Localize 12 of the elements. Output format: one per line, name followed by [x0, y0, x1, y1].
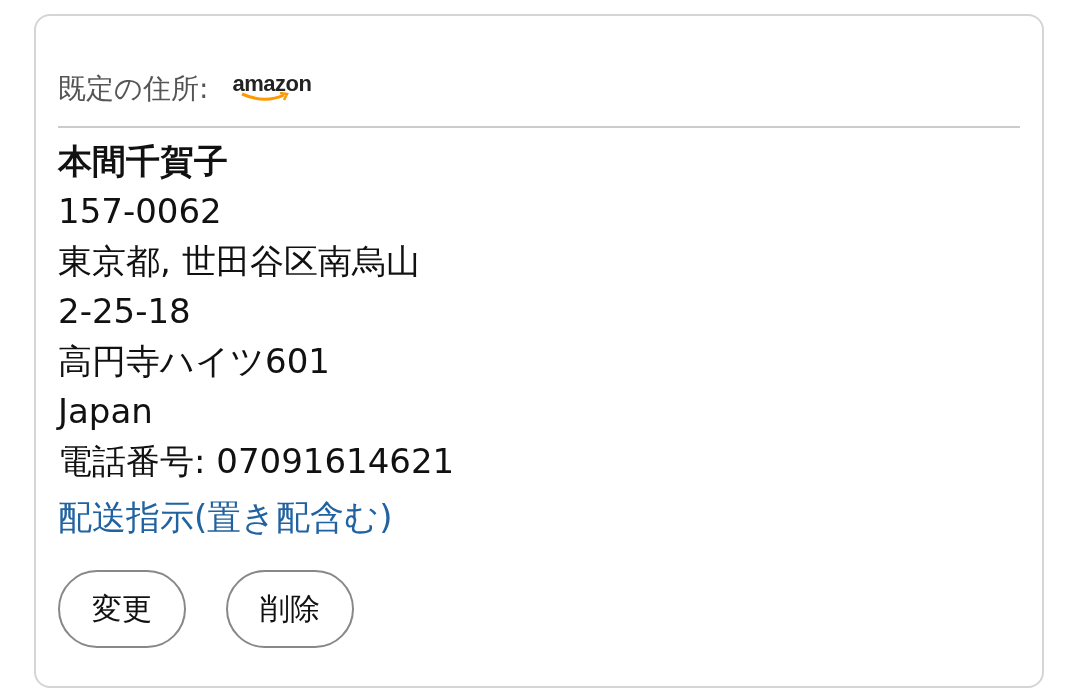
address-action-button[interactable]: 変更: [58, 570, 186, 648]
address-line: Japan: [58, 390, 154, 433]
address-line: 2-25-18: [58, 290, 192, 333]
address-line: 高円寺ハイツ601: [58, 340, 331, 383]
address-line: 157-0062: [58, 190, 223, 233]
address-action-button[interactable]: 削除: [226, 570, 354, 648]
delivery-instructions-link[interactable]: 配送指示(置き配含む): [58, 492, 393, 542]
address-line: 東京都, 世田谷区南烏山: [58, 240, 421, 283]
recipient-name: 本間千賀子: [58, 140, 229, 183]
address-line: 電話番号: 07091614621: [58, 440, 456, 483]
default-address-label: 既定の住所:: [58, 71, 209, 107]
amazon-logo: amazon: [232, 72, 312, 102]
